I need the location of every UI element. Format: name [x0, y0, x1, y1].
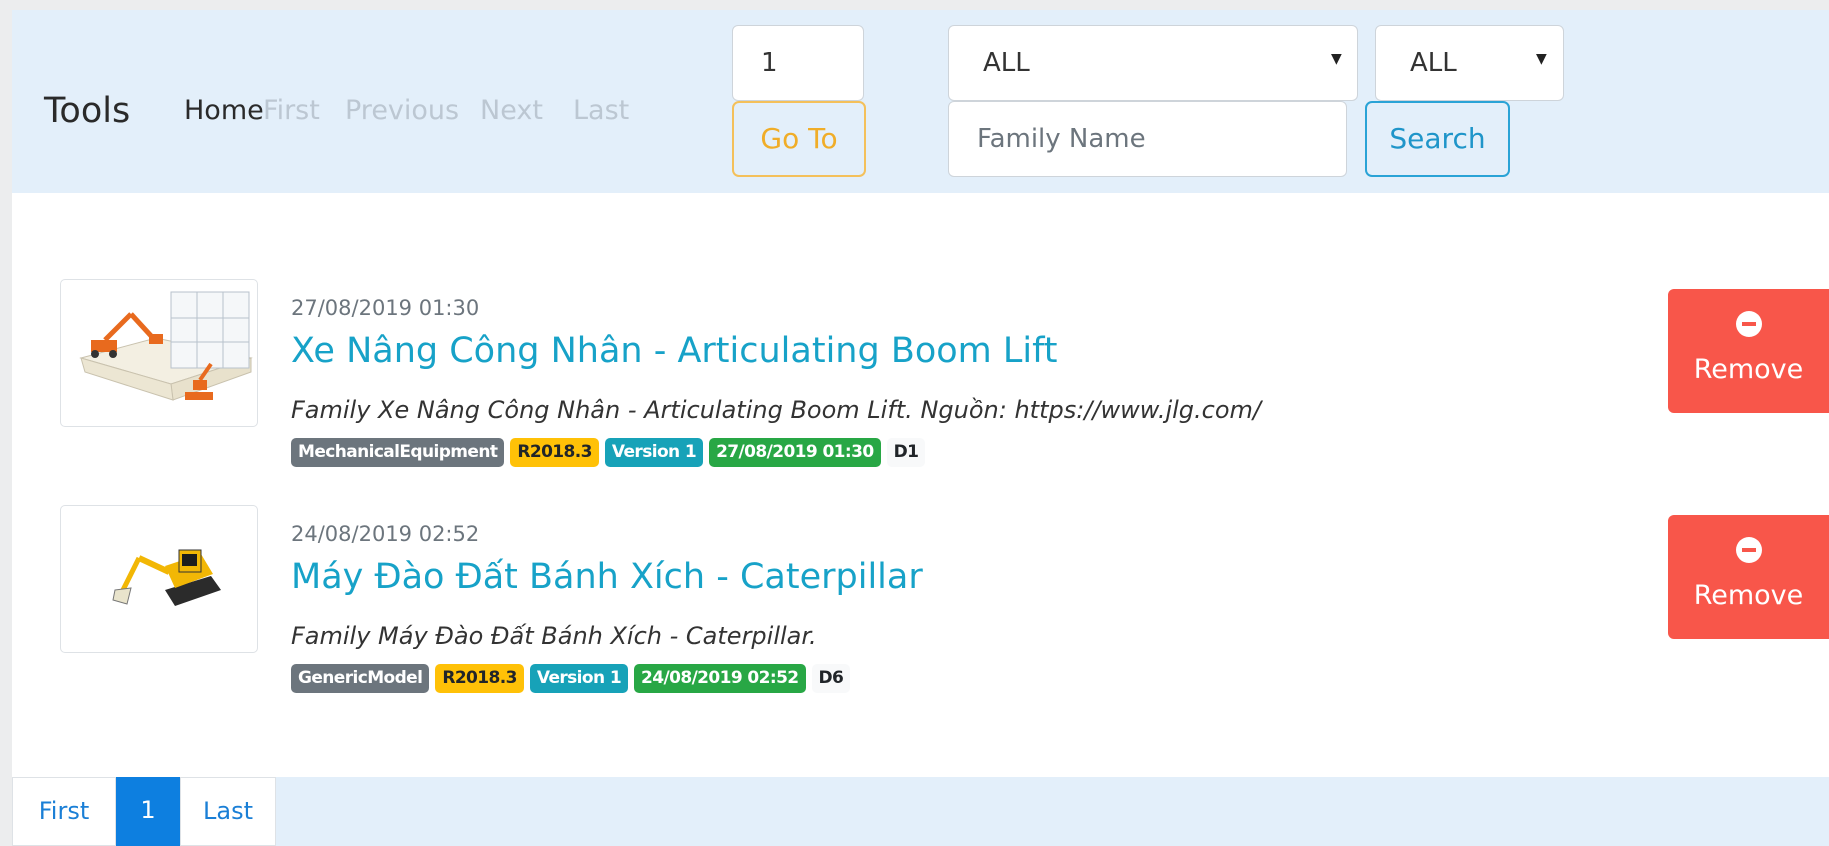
pagination-last[interactable]: Last [180, 777, 276, 846]
remove-button[interactable]: Remove [1668, 289, 1829, 413]
nav-first-link[interactable]: First [263, 94, 320, 128]
id-badge: D1 [886, 438, 926, 467]
item-badges: MechanicalEquipment R2018.3 Version 1 27/08… [291, 438, 931, 468]
nav-previous-link[interactable]: Previous [345, 94, 459, 128]
item-date: 24/08/2019 02:52 [291, 522, 480, 546]
version-badge: Version 1 [604, 438, 704, 467]
category-badge: MechanicalEquipment [291, 438, 505, 467]
minus-circle-icon [1736, 537, 1762, 563]
version-badge: Version 1 [529, 664, 629, 693]
caret-down-icon: ▼ [1331, 51, 1342, 67]
pagination-bar: First 1 Last [12, 777, 1829, 846]
date-badge: 24/08/2019 02:52 [634, 664, 806, 693]
date-badge: 27/08/2019 01:30 [709, 438, 881, 467]
category-select-value: ALL [983, 48, 1030, 78]
remove-button-label: Remove [1693, 580, 1804, 611]
family-name-input[interactable]: Family Name [948, 101, 1347, 177]
nav-last-link[interactable]: Last [573, 94, 629, 128]
category-select[interactable]: ALL ▼ [948, 25, 1358, 101]
nav-next-link[interactable]: Next [480, 94, 543, 128]
page-number-input[interactable]: 1 [732, 25, 864, 101]
brand-title[interactable]: Tools [44, 90, 130, 132]
pagination-page-1[interactable]: 1 [116, 777, 180, 846]
item-title-link[interactable]: Máy Đào Đất Bánh Xích - Caterpillar [291, 555, 923, 599]
page-panel: Tools Home First Previous Next Last 1 Go… [12, 10, 1829, 846]
item-description: Family Máy Đào Đất Bánh Xích - Caterpill… [291, 622, 817, 650]
boom-lift-image [79, 291, 253, 401]
item-title-link[interactable]: Xe Nâng Công Nhân - Articulating Boom Li… [291, 329, 1058, 373]
minus-circle-icon [1736, 311, 1762, 337]
version-select[interactable]: ALL ▼ [1375, 25, 1564, 101]
caret-down-icon: ▼ [1536, 51, 1547, 67]
list-item: 27/08/2019 01:30 Xe Nâng Công Nhân - Art… [12, 279, 1829, 468]
version-select-value: ALL [1410, 48, 1457, 78]
id-badge: D6 [811, 664, 851, 693]
remove-button[interactable]: Remove [1668, 515, 1829, 639]
goto-button[interactable]: Go To [732, 101, 866, 177]
item-thumbnail-boom-lift[interactable] [60, 279, 258, 427]
top-navbar: Tools Home First Previous Next Last 1 Go… [12, 10, 1829, 193]
pagination-first[interactable]: First [12, 777, 116, 846]
item-badges: GenericModel R2018.3 Version 1 24/08/2019 0… [291, 664, 856, 694]
revit-version-badge: R2018.3 [435, 664, 524, 693]
item-thumbnail-excavator[interactable] [60, 505, 258, 653]
remove-button-label: Remove [1693, 354, 1804, 385]
nav-home-link[interactable]: Home [184, 94, 264, 128]
item-description: Family Xe Nâng Công Nhân - Articulating … [291, 396, 1261, 424]
item-date: 27/08/2019 01:30 [291, 296, 480, 320]
revit-version-badge: R2018.3 [510, 438, 599, 467]
category-badge: GenericModel [291, 664, 430, 693]
list-item: 24/08/2019 02:52 Máy Đào Đất Bánh Xích -… [12, 505, 1829, 694]
excavator-image [112, 549, 221, 606]
search-button[interactable]: Search [1365, 101, 1510, 177]
